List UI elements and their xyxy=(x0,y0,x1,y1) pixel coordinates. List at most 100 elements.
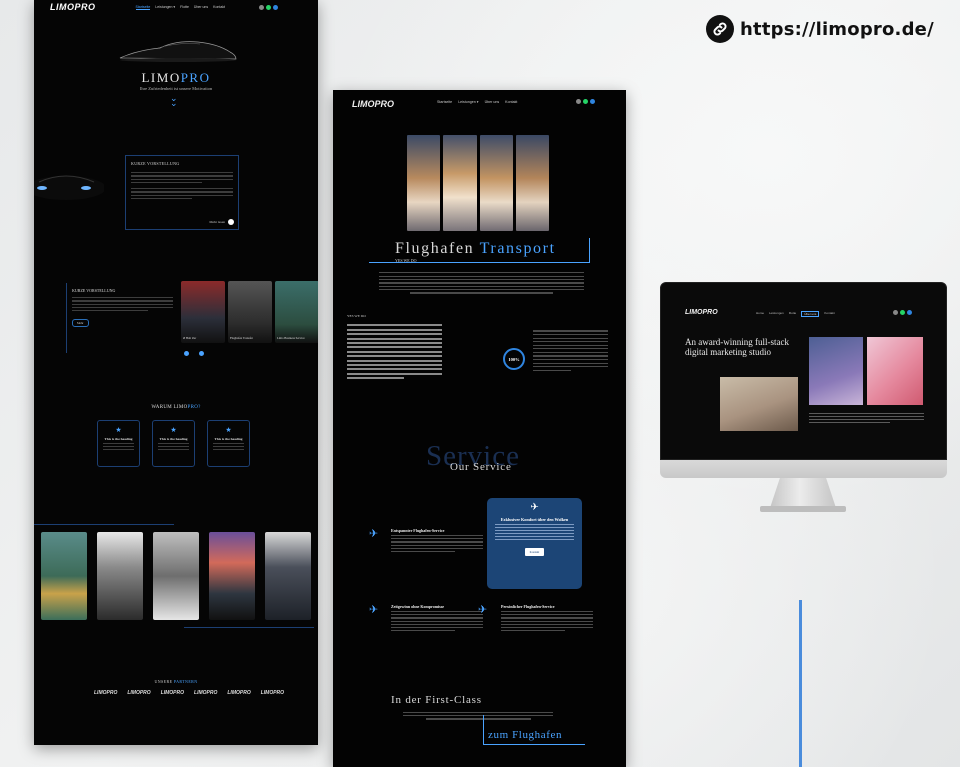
service-item: Entspannter Flughafen-Service xyxy=(391,528,483,553)
whatsapp-icon[interactable] xyxy=(266,4,271,10)
intro-text xyxy=(131,172,233,200)
tile-business[interactable]: Limo Business Service xyxy=(275,281,318,343)
gallery-photo-road[interactable] xyxy=(41,532,87,620)
nav-item-home[interactable]: Home xyxy=(756,311,764,317)
imac-chin xyxy=(660,460,947,478)
nav-item-flotte[interactable]: Flotte xyxy=(180,5,189,10)
header-nav: LIMOPRO Startseite Leistungen ▾ Flotte Ü… xyxy=(34,0,318,14)
hero-panel xyxy=(407,135,441,231)
car-silhouette-image xyxy=(119,41,237,62)
car-headlights-image xyxy=(34,175,104,200)
social-icons xyxy=(259,4,278,10)
nav-menu: Startseite Leistungen ▾ Flotte Über uns … xyxy=(135,5,225,10)
photo-gallery xyxy=(39,532,311,622)
site-logo[interactable]: LIMOPRO xyxy=(352,99,394,109)
tile-flughafen[interactable]: Flughafen Transfer xyxy=(228,281,272,343)
partners-main: UNSERE xyxy=(154,679,173,684)
instagram-icon[interactable] xyxy=(576,99,581,104)
partner-logo[interactable]: LIMOPRO xyxy=(94,690,117,696)
service-item: Zeitgewinn ohne Kompromisse xyxy=(391,604,483,632)
side-paragraph xyxy=(533,328,608,371)
zum-flughafen-heading: zum Flughafen xyxy=(488,729,563,741)
instagram-icon[interactable] xyxy=(893,310,898,315)
brand-accent: PRO xyxy=(180,70,211,85)
gallery-photo-business[interactable] xyxy=(265,532,311,620)
social-icons xyxy=(576,99,595,104)
service-title: Zeitgewinn ohne Kompromisse xyxy=(391,604,445,609)
tile-label: Ø Hub Zur xyxy=(183,336,197,340)
scroll-down-icon[interactable]: ⌄ ⌄ xyxy=(170,95,178,109)
divider xyxy=(34,524,174,525)
read-more-link[interactable]: Mehr lesen xyxy=(209,219,234,225)
gallery-photo-driver[interactable] xyxy=(97,532,143,620)
why-accent: PRO? xyxy=(187,405,201,410)
percent-badge: 100% xyxy=(503,348,525,370)
whatsapp-icon[interactable] xyxy=(900,310,905,315)
partners-heading: UNSERE PARTNERN xyxy=(34,679,318,684)
nav-item-ueber-uns[interactable]: Über uns xyxy=(194,5,208,10)
photo-person xyxy=(809,337,863,405)
prev-arrow-icon[interactable] xyxy=(184,351,189,356)
feature-card: ✈ Exklusiver Komfort über den Wolken Kon… xyxy=(487,498,582,589)
nav-item-ueber-uns[interactable]: Über uns xyxy=(801,311,820,317)
nav-item-leistungen[interactable]: Leistungen xyxy=(769,311,784,317)
arrow-icon xyxy=(228,219,234,225)
site-logo[interactable]: LIMOPRO xyxy=(50,2,96,12)
nav-item-kontakt[interactable]: Kontakt xyxy=(824,311,834,317)
feature-cards: ★ This is the heading ★ This is the headin… xyxy=(97,420,257,467)
site-url-badge[interactable]: https://limopro.de/ xyxy=(706,15,934,43)
partner-logo[interactable]: LIMOPRO xyxy=(194,690,217,696)
star-icon: ★ xyxy=(115,426,122,434)
intro-text-2 xyxy=(72,297,173,312)
carousel-controls xyxy=(184,351,204,356)
service-title: Entspannter Flughafen-Service xyxy=(391,528,445,533)
instagram-icon[interactable] xyxy=(259,4,264,10)
airplane-icon: ✈ xyxy=(369,527,379,540)
nav-item-ueber-uns[interactable]: Über uns xyxy=(485,100,500,104)
social-icons xyxy=(893,310,912,315)
more-button[interactable]: Mehr xyxy=(72,319,89,328)
partner-logo[interactable]: LIMOPRO xyxy=(161,690,184,696)
card-heading: This is the heading xyxy=(214,437,243,441)
nav-item-kontakt[interactable]: Kontakt xyxy=(505,100,517,104)
link-icon xyxy=(706,15,734,43)
intro-box: KURZE VORSTELLUNG Mehr lesen xyxy=(125,155,239,230)
divider xyxy=(184,627,314,628)
hero-tagline: Ihre Zufriedenheit ist unsere Motivation xyxy=(139,86,213,91)
star-icon: ★ xyxy=(225,426,232,434)
telegram-icon[interactable] xyxy=(907,310,912,315)
nav-item-startseite[interactable]: Startseite xyxy=(135,5,151,10)
nav-item-kontakt[interactable]: Kontakt xyxy=(213,5,225,10)
telegram-icon[interactable] xyxy=(590,99,595,104)
partners-accent: PARTNERN xyxy=(173,679,198,684)
site-logo[interactable]: LIMOPRO xyxy=(685,309,718,316)
nav-item-flotte[interactable]: Flotte xyxy=(789,311,797,317)
accent-line xyxy=(799,600,802,767)
gallery-photo-city[interactable] xyxy=(209,532,255,620)
screenshot-homepage: LIMOPRO Startseite Leistungen ▾ Flotte Ü… xyxy=(34,0,318,745)
whatsapp-icon[interactable] xyxy=(583,99,588,104)
intro-heading-2: KURZE VORSTELLUNG xyxy=(72,288,116,293)
nav-menu: Startseite Leistungen ▾ Über uns Kontakt xyxy=(437,100,517,104)
partner-logo[interactable]: LIMOPRO xyxy=(227,690,250,696)
telegram-icon[interactable] xyxy=(273,4,278,10)
photo-product xyxy=(867,337,923,405)
imac-base xyxy=(760,506,846,512)
partner-logo[interactable]: LIMOPRO xyxy=(127,690,150,696)
nav-item-leistungen[interactable]: Leistungen ▾ xyxy=(155,5,175,10)
service-item: Persönlicher Flughafen-Service xyxy=(501,604,593,632)
title-accent: Transport xyxy=(479,240,556,257)
nav-item-leistungen[interactable]: Leistungen ▾ xyxy=(458,100,478,104)
nav-item-startseite[interactable]: Startseite xyxy=(437,100,452,104)
tile-city[interactable]: Ø Hub Zur xyxy=(181,281,225,343)
brand-main: LIMO xyxy=(141,70,181,85)
contact-button[interactable]: Kontakt xyxy=(524,548,545,556)
imac-paragraph xyxy=(809,411,924,423)
next-arrow-icon[interactable] xyxy=(199,351,204,356)
subtitle: YES WE DO xyxy=(395,258,417,263)
site-url-text: https://limopro.de/ xyxy=(740,18,934,40)
why-heading: WARUM LIMOPRO? xyxy=(34,405,318,410)
feature-card: ★ This is the heading xyxy=(207,420,250,467)
gallery-photo-luggage[interactable] xyxy=(153,532,199,620)
partner-logo[interactable]: LIMOPRO xyxy=(261,690,284,696)
